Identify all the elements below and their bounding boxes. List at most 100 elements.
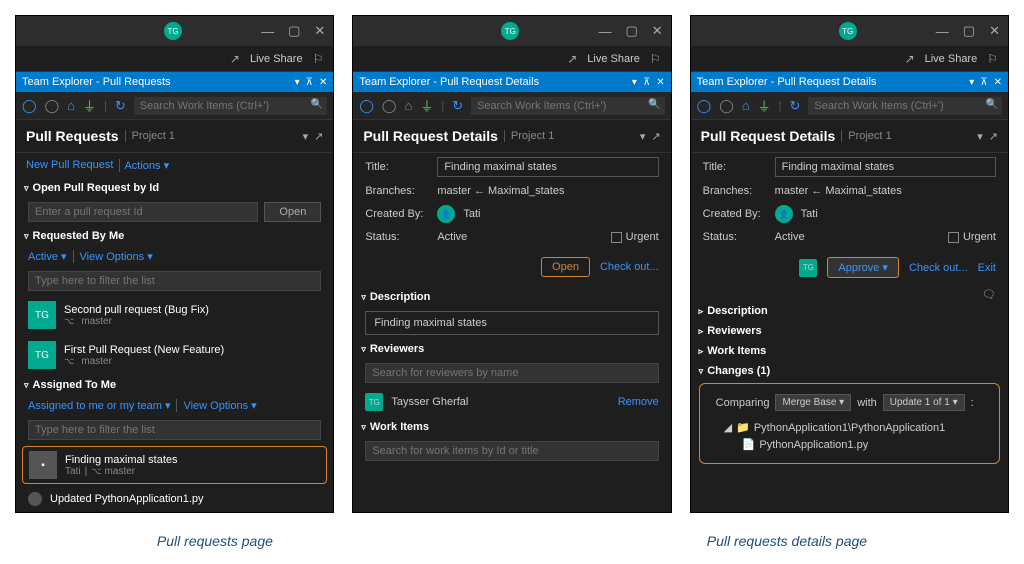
feedback-icon[interactable]: ⚐ [313,52,324,66]
workitems-header[interactable]: Work Items [691,341,1008,361]
title-input[interactable] [775,157,996,177]
minimize-button[interactable]: — [598,24,611,39]
pr-item-selected[interactable]: ▪ Finding maximal states Tati | master [22,446,327,484]
home-icon[interactable]: ⌂ [404,98,412,113]
home-icon[interactable]: ⌂ [742,98,750,113]
pr-title: First Pull Request (New Feature) [64,344,224,356]
title-input[interactable] [437,157,658,177]
assigned-to-me-header[interactable]: Assigned To Me [16,375,333,395]
close-button[interactable]: ✕ [652,23,663,39]
caption-left: Pull requests page [157,533,273,549]
urgent-checkbox[interactable] [948,232,959,243]
search-input[interactable] [808,97,1002,115]
maximize-button[interactable]: ▢ [625,23,637,39]
minimize-button[interactable]: — [936,24,949,39]
open-button[interactable]: Open [541,257,590,277]
active-filter[interactable]: Active ▾ [28,250,74,263]
share-icon[interactable]: ↗ [567,52,577,66]
pr-item[interactable]: TG First Pull Request (New Feature) mast… [16,335,333,375]
refresh-icon[interactable]: ↻ [115,98,126,114]
description-header[interactable]: Description [353,287,670,307]
refresh-icon[interactable]: ↻ [790,98,801,114]
back-icon[interactable]: ◯ [359,98,374,114]
menu-icon[interactable]: ▾ [303,130,309,143]
remove-link[interactable]: Remove [618,396,659,408]
merge-base-dropdown[interactable]: Merge Base ▾ [775,394,851,411]
open-button[interactable]: Open [264,202,321,222]
close-button[interactable]: ✕ [989,23,1000,39]
pr-item[interactable]: Updated PythonApplication1.py [16,486,333,512]
pin-icon[interactable]: ⊼ [306,77,313,88]
workitem-search[interactable] [365,441,658,461]
home-icon[interactable]: ⌂ [67,98,75,113]
checkout-link[interactable]: Check out... [600,261,659,273]
maximize-button[interactable]: ▢ [963,23,975,39]
back-icon[interactable]: ◯ [22,98,37,114]
filter-input[interactable] [28,271,321,291]
toolbar: ◯ ◯ ⌂ ⏚ | ↻ [691,92,1008,120]
user-avatar[interactable]: TG [839,22,857,40]
forward-icon[interactable]: ◯ [719,98,734,114]
tree-folder[interactable]: ◢📁PythonApplication1\PythonApplication1 [724,419,975,436]
pr-title: Second pull request (Bug Fix) [64,304,209,316]
urgent-checkbox[interactable] [611,232,622,243]
update-dropdown[interactable]: Update 1 of 1 ▾ [883,394,965,411]
tree-file[interactable]: 📄PythonApplication1.py [724,436,975,453]
workitems-header[interactable]: Work Items [353,417,670,437]
checkout-link[interactable]: Check out... [909,262,968,274]
view-options[interactable]: View Options ▾ [183,399,256,412]
user-avatar[interactable]: TG [501,22,519,40]
view-options[interactable]: View Options ▾ [80,250,153,263]
pr-meta: Tati | master [65,466,178,477]
liveshare-label[interactable]: Live Share [587,53,640,65]
feedback-icon[interactable]: ⚐ [987,52,998,66]
liveshare-label[interactable]: Live Share [250,53,303,65]
reviewers-header[interactable]: Reviewers [353,339,670,359]
file-icon: 📄 [742,438,756,451]
assigned-filter[interactable]: Assigned to me or my team ▾ [28,399,177,412]
forward-icon[interactable]: ◯ [45,98,60,114]
changes-header[interactable]: Changes (1) [691,361,1008,381]
refresh-icon[interactable]: ↻ [452,98,463,114]
reviewers-header[interactable]: Reviewers [691,321,1008,341]
popout-icon[interactable]: ↗ [314,130,323,143]
close-icon[interactable]: ✕ [319,77,327,88]
requested-by-me-header[interactable]: Requested By Me [16,226,333,246]
window-titlebar: TG — ▢ ✕ [16,16,333,46]
pr-id-input[interactable] [28,202,258,222]
close-button[interactable]: ✕ [314,23,325,39]
reviewer-search[interactable] [365,363,658,383]
pr-item[interactable]: TG Second pull request (Bug Fix) master [16,295,333,335]
back-icon[interactable]: ◯ [697,98,712,114]
share-icon[interactable]: ↗ [230,52,240,66]
comment-icon[interactable]: 🗨 [982,288,996,301]
plug-icon[interactable]: ⏚ [758,96,771,115]
plug-icon[interactable]: ⏚ [83,96,96,115]
avatar: ▪ [29,451,57,479]
forward-icon[interactable]: ◯ [382,98,397,114]
approve-button[interactable]: Approve ▾ [827,257,899,278]
dropdown-icon[interactable]: ▾ [295,77,300,88]
title-label: Title: [365,161,429,173]
share-icon[interactable]: ↗ [905,52,915,66]
maximize-button[interactable]: ▢ [288,23,300,39]
search-input[interactable] [134,97,328,115]
changes-box: Comparing Merge Base ▾ with Update 1 of … [699,383,1000,464]
feedback-icon[interactable]: ⚐ [650,52,661,66]
caption-right: Pull requests details page [707,533,867,549]
new-pr-link[interactable]: New Pull Request [26,159,120,172]
minimize-button[interactable]: — [261,24,274,39]
liveshare-label[interactable]: Live Share [925,53,978,65]
actions-dropdown[interactable]: Actions ▾ [124,159,169,172]
user-avatar[interactable]: TG [164,22,182,40]
open-by-id-header[interactable]: Open Pull Request by Id [16,178,333,198]
project-name: Project 1 [504,130,554,142]
filter-input-2[interactable] [28,420,321,440]
avatar: TG [28,301,56,329]
description-text[interactable]: Finding maximal states [365,311,658,335]
search-input[interactable] [471,97,665,115]
description-header[interactable]: Description [691,301,1008,321]
pr-branch: master [64,356,224,367]
exit-link[interactable]: Exit [978,262,996,274]
plug-icon[interactable]: ⏚ [420,96,433,115]
